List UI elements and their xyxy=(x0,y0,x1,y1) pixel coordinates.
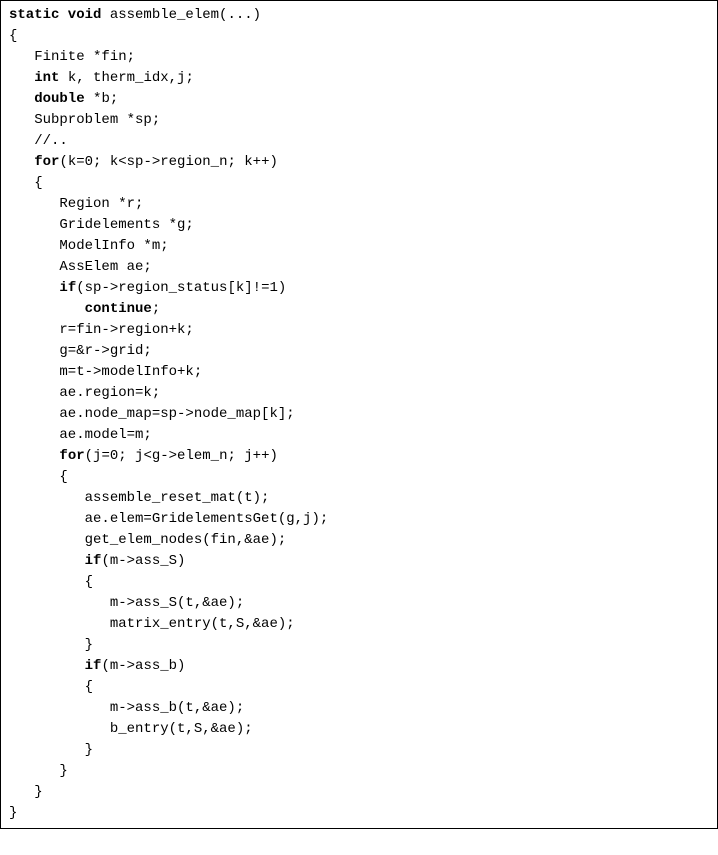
code-line: ae.model=m; xyxy=(9,425,709,446)
code-line: { xyxy=(9,677,709,698)
code-line: { xyxy=(9,173,709,194)
keyword: continue xyxy=(85,301,152,317)
code-line: } xyxy=(9,740,709,761)
keyword: if xyxy=(59,280,76,296)
code-line: assemble_reset_mat(t); xyxy=(9,488,709,509)
code-line: b_entry(t,S,&ae); xyxy=(9,719,709,740)
code-line: Subproblem *sp; xyxy=(9,110,709,131)
code-line: int k, therm_idx,j; xyxy=(9,68,709,89)
code-line: double *b; xyxy=(9,89,709,110)
code-line: ae.elem=GridelementsGet(g,j); xyxy=(9,509,709,530)
code-line: //.. xyxy=(9,131,709,152)
code-line: AssElem ae; xyxy=(9,257,709,278)
keyword: double xyxy=(34,91,84,107)
keyword: static void xyxy=(9,7,101,23)
code-line: } xyxy=(9,803,709,824)
code-line: ae.region=k; xyxy=(9,383,709,404)
code-line: r=fin->region+k; xyxy=(9,320,709,341)
code-line: m->ass_b(t,&ae); xyxy=(9,698,709,719)
code-line: continue; xyxy=(9,299,709,320)
keyword: if xyxy=(85,553,102,569)
code-line: m->ass_S(t,&ae); xyxy=(9,593,709,614)
code-line: } xyxy=(9,635,709,656)
code-line: if(m->ass_b) xyxy=(9,656,709,677)
code-line: { xyxy=(9,467,709,488)
code-line: matrix_entry(t,S,&ae); xyxy=(9,614,709,635)
keyword: for xyxy=(59,448,84,464)
code-line: g=&r->grid; xyxy=(9,341,709,362)
code-line: for(k=0; k<sp->region_n; k++) xyxy=(9,152,709,173)
code-block: static void assemble_elem(...){ Finite *… xyxy=(0,0,718,829)
code-line: Region *r; xyxy=(9,194,709,215)
keyword: int xyxy=(34,70,59,86)
code-line: if(m->ass_S) xyxy=(9,551,709,572)
code-line: Gridelements *g; xyxy=(9,215,709,236)
code-line: Finite *fin; xyxy=(9,47,709,68)
code-line: if(sp->region_status[k]!=1) xyxy=(9,278,709,299)
code-line: { xyxy=(9,26,709,47)
code-line: static void assemble_elem(...) xyxy=(9,5,709,26)
code-line: get_elem_nodes(fin,&ae); xyxy=(9,530,709,551)
code-line: for(j=0; j<g->elem_n; j++) xyxy=(9,446,709,467)
keyword: if xyxy=(85,658,102,674)
keyword: for xyxy=(34,154,59,170)
code-line: } xyxy=(9,761,709,782)
code-line: m=t->modelInfo+k; xyxy=(9,362,709,383)
code-line: ae.node_map=sp->node_map[k]; xyxy=(9,404,709,425)
code-line: } xyxy=(9,782,709,803)
code-line: ModelInfo *m; xyxy=(9,236,709,257)
code-line: { xyxy=(9,572,709,593)
